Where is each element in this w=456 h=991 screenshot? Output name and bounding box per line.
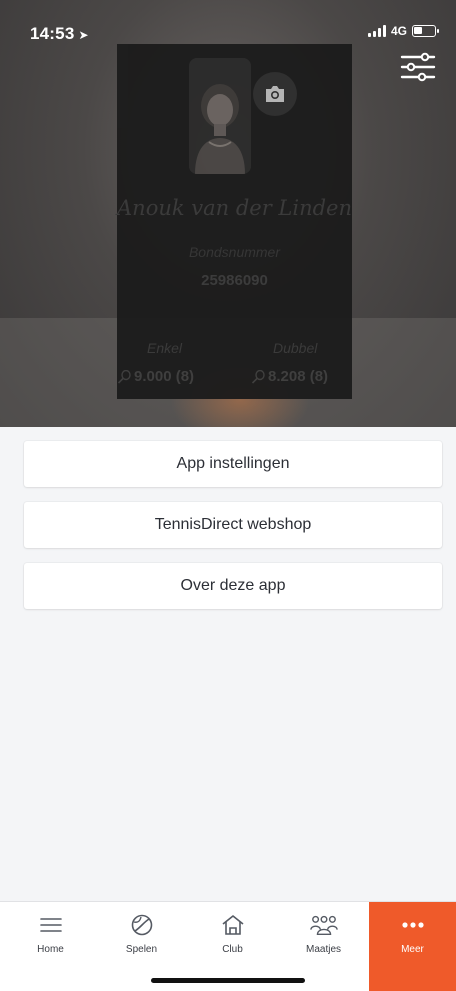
doubles-rating-label: Dubbel bbox=[273, 340, 318, 356]
tennis-ball-icon bbox=[128, 912, 156, 938]
profile-name: Anouk van der Linden bbox=[117, 196, 353, 220]
more-dots-icon bbox=[399, 912, 427, 938]
tab-spelen-label: Spelen bbox=[125, 944, 158, 955]
webshop-button[interactable]: TennisDirect webshop bbox=[24, 502, 442, 548]
change-photo-button[interactable] bbox=[253, 72, 297, 116]
people-icon bbox=[309, 912, 338, 938]
tab-club-label: Club bbox=[222, 944, 243, 955]
camera-icon bbox=[266, 86, 284, 102]
about-app-button[interactable]: Over deze app bbox=[24, 563, 442, 609]
sliders-icon bbox=[400, 52, 436, 82]
filter-settings-button[interactable] bbox=[398, 50, 438, 84]
doubles-rating: 8.208 (8) bbox=[251, 368, 328, 385]
house-icon bbox=[219, 912, 247, 938]
profile-header: 14:53 ➤ 4G Anouk van der Linden Bondsnum… bbox=[0, 0, 456, 427]
tab-meer[interactable]: Meer bbox=[369, 902, 456, 991]
bond-number-label: Bondsnummer bbox=[188, 244, 281, 260]
profile-card: Anouk van der Linden Bondsnummer 2598609… bbox=[117, 44, 352, 399]
bond-number: 25986090 bbox=[201, 272, 268, 289]
status-indicators: 4G bbox=[367, 24, 439, 38]
avatar[interactable] bbox=[189, 58, 251, 174]
location-arrow-icon: ➤ bbox=[78, 28, 89, 42]
network-type: 4G bbox=[390, 24, 407, 38]
home-indicator[interactable] bbox=[151, 978, 305, 983]
singles-rating: 9.000 (8) bbox=[117, 368, 194, 385]
tab-maatjes-label: Maatjes bbox=[305, 944, 341, 955]
tab-home[interactable]: Home bbox=[5, 902, 96, 991]
status-time: 14:53 ➤ bbox=[30, 24, 89, 43]
app-settings-button[interactable]: App instellingen bbox=[24, 441, 442, 487]
menu-lines-icon bbox=[37, 912, 65, 938]
battery-icon bbox=[412, 25, 439, 37]
racket-icon bbox=[117, 369, 131, 384]
racket-icon bbox=[251, 369, 265, 384]
singles-rating-label: Enkel bbox=[147, 340, 183, 356]
tab-home-label: Home bbox=[37, 944, 64, 955]
signal-icon bbox=[367, 25, 386, 37]
tab-meer-label: Meer bbox=[401, 944, 424, 955]
avatar-portrait-icon bbox=[189, 58, 251, 174]
